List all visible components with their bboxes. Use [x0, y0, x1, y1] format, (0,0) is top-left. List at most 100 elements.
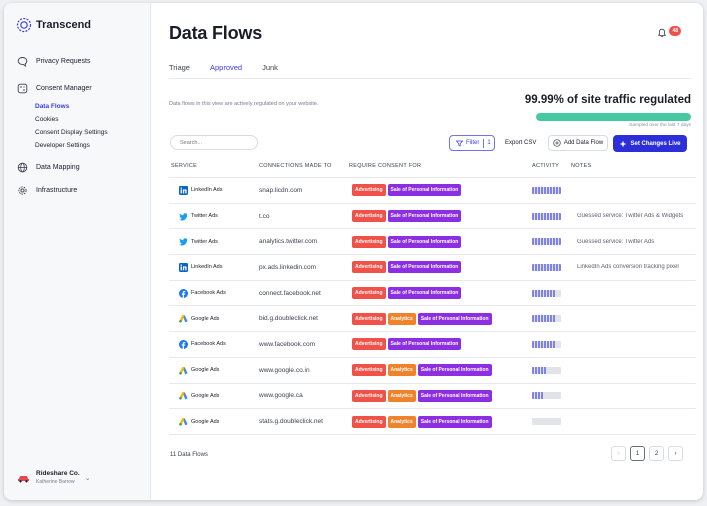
tab-approved[interactable]: Approved [209, 63, 243, 79]
table-row[interactable]: Google Ads www.google.ca Advertising Anal… [169, 384, 696, 410]
consent-tag: Sale of Personal Information [417, 389, 492, 402]
sidebar-item-privacy-requests[interactable]: Privacy Requests [4, 54, 150, 69]
connection-cell: www.facebook.com [259, 340, 315, 348]
sampled-note: Sampled over the last 7 days [629, 123, 691, 128]
service-name: Facebook Ads [191, 290, 226, 297]
export-csv-button[interactable]: Export CSV [500, 135, 541, 151]
consent-cell[interactable]: Advertising Sale of Personal Information [349, 287, 532, 300]
sparkle-icon [620, 140, 627, 147]
consent-cell[interactable]: Advertising Sale of Personal Information [349, 261, 532, 274]
activity-sparkline [532, 418, 561, 426]
table-row[interactable]: Facebook Ads connect.facebook.net Advert… [169, 281, 696, 307]
sidebar-subitem-consent-display-settings[interactable]: Consent Display Settings [4, 127, 150, 137]
data-flow-count: 11 Data Flows [170, 452, 208, 458]
sidebar-item-consent-manager[interactable]: Consent Manager [4, 81, 150, 96]
filter-button[interactable]: Filter 1 [449, 135, 495, 151]
table-row[interactable]: Google Ads stats.g.doubleclick.net Adver… [169, 409, 696, 435]
consent-cell[interactable]: Advertising Analytics Sale of Personal Inf… [349, 312, 532, 325]
regulated-percentage: 99.99% of site traffic regulated [524, 94, 691, 106]
table-row[interactable]: Twitter Ads t.co Advertising Sale of Pers… [169, 204, 696, 230]
sidebar-subitem-developer-settings[interactable]: Developer Settings [4, 140, 150, 150]
table-row[interactable]: Google Ads www.google.co.in Advertising A… [169, 358, 696, 384]
activity-sparkline [532, 366, 561, 374]
consent-tag: Advertising [352, 261, 386, 274]
header-connections[interactable]: CONNECTIONS MADE TO [259, 163, 349, 169]
add-data-flow-button[interactable]: Add Data Flow [548, 135, 608, 151]
activity-sparkline [532, 186, 561, 194]
activity-cell [532, 186, 571, 194]
set-changes-live-button[interactable]: Set Changes Live [613, 135, 687, 152]
google-ads-icon [179, 417, 188, 426]
service-name: Twitter Ads [191, 238, 218, 245]
activity-cell [532, 315, 571, 323]
google-ads-icon [179, 391, 188, 400]
sidebar: Transcend Privacy Requests Consent Manag… [4, 3, 151, 500]
bell-icon[interactable] [657, 28, 667, 38]
google-ads-icon [179, 314, 188, 323]
sidebar-subitem-cookies[interactable]: Cookies [4, 114, 150, 124]
tab-divider [169, 78, 691, 79]
tab-bar: Triage Approved Junk [169, 63, 278, 79]
consent-tag: Advertising [352, 338, 386, 351]
consent-cell[interactable]: Advertising Sale of Personal Information [349, 184, 532, 197]
next-page-button[interactable]: › [668, 446, 683, 461]
sidebar-item-data-mapping[interactable]: Data Mapping [4, 160, 150, 175]
consent-cell[interactable]: Advertising Sale of Personal Information [349, 235, 532, 248]
tab-junk[interactable]: Junk [262, 63, 278, 79]
table-row[interactable]: Twitter Ads analytics.twitter.com Advert… [169, 229, 696, 256]
set-changes-live-label: Set Changes Live [630, 140, 681, 147]
sidebar-item-infrastructure[interactable]: Infrastructure [4, 183, 150, 198]
header-service[interactable]: SERVICE [169, 163, 259, 169]
sidebar-subitem-data-flows[interactable]: Data Flows [4, 101, 150, 111]
connection-cell: connect.facebook.net [259, 289, 321, 297]
activity-sparkline [532, 289, 561, 297]
brand[interactable]: Transcend [16, 17, 91, 33]
notes-cell[interactable]: LinkedIn Ads conversion tracking pixel [571, 264, 696, 270]
notification-badge[interactable]: 48 [669, 26, 681, 36]
service-name: Twitter Ads [191, 213, 218, 220]
table-row[interactable]: LinkedIn Ads snap.licdn.com Advertising S… [169, 178, 696, 204]
filter-icon [456, 140, 463, 147]
notes-cell[interactable]: Guessed service: Twitter Ads [571, 239, 696, 245]
search-input[interactable] [170, 135, 258, 150]
table-row[interactable]: LinkedIn Ads px.ads.linkedin.com Adverti… [169, 255, 696, 281]
org-switcher[interactable]: Rideshare Co. Katherine Barrow ⌄ [17, 470, 91, 485]
header-activity[interactable]: ACTIVITY [532, 163, 571, 169]
table-header: SERVICE CONNECTIONS MADE TO REQUIRE CONS… [169, 163, 696, 178]
table-row[interactable]: Facebook Ads www.facebook.com Advertisin… [169, 332, 696, 358]
consent-cell[interactable]: Advertising Sale of Personal Information [349, 338, 532, 351]
service-name: Google Ads [191, 418, 220, 425]
view-description: Data flows in this view are actively reg… [169, 101, 319, 107]
activity-sparkline [532, 315, 561, 323]
consent-tag: Analytics [387, 312, 416, 325]
plus-circle-icon [553, 139, 561, 147]
tab-triage[interactable]: Triage [169, 63, 190, 79]
consent-tag: Advertising [352, 210, 386, 223]
sidebar-item-label: Infrastructure [36, 187, 78, 194]
service-cell: Twitter Ads [169, 212, 259, 221]
consent-cell[interactable]: Advertising Analytics Sale of Personal Inf… [349, 364, 532, 377]
connection-cell: www.google.co.in [259, 366, 310, 374]
service-cell: Google Ads [169, 314, 259, 323]
progress-fill [536, 113, 691, 121]
consent-cell[interactable]: Advertising Analytics Sale of Personal Inf… [349, 415, 532, 428]
activity-cell [532, 366, 571, 374]
activity-cell [532, 289, 571, 297]
linkedin-icon [179, 185, 188, 195]
page-1-button[interactable]: 1 [630, 446, 645, 461]
connection-cell: t.co [259, 212, 270, 220]
car-icon [18, 475, 29, 482]
transcend-logo-icon [16, 17, 32, 33]
prev-page-button[interactable]: ‹ [611, 446, 626, 461]
consent-tag: Analytics [387, 364, 416, 377]
table-row[interactable]: Google Ads bid.g.doubleclick.net Adverti… [169, 306, 696, 333]
header-consent[interactable]: REQUIRE CONSENT FOR [349, 163, 532, 169]
chevron-down-icon: ⌄ [84, 474, 91, 482]
service-cell: Twitter Ads [169, 237, 259, 246]
page-2-button[interactable]: 2 [649, 446, 664, 461]
notes-cell[interactable]: Guessed service: Twitter Ads & Widgets [571, 213, 696, 219]
header-notes[interactable]: NOTES [571, 163, 696, 169]
linkedin-icon [179, 262, 188, 272]
consent-cell[interactable]: Advertising Analytics Sale of Personal Inf… [349, 389, 532, 402]
consent-cell[interactable]: Advertising Sale of Personal Information [349, 210, 532, 223]
